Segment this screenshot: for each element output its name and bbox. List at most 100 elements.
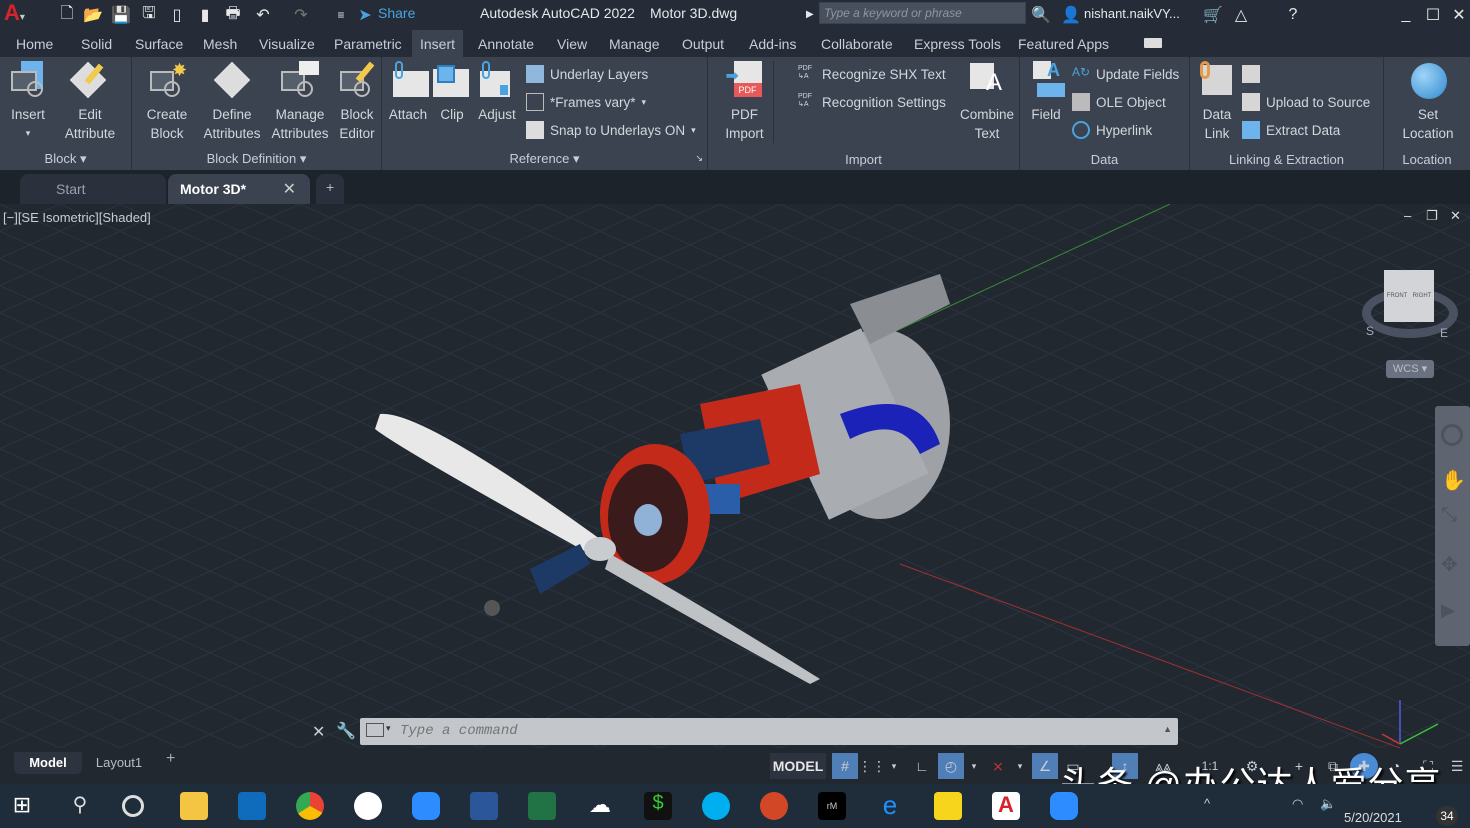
zoom-2-icon[interactable] — [1050, 792, 1078, 820]
showmotion-icon[interactable]: ▶ — [1441, 600, 1455, 621]
windows-start-icon[interactable]: ⊞ — [8, 792, 36, 820]
cart-icon[interactable]: 🛒 — [1202, 4, 1224, 26]
zoom-extents-icon[interactable]: ⤡ — [1441, 504, 1457, 527]
close-icon[interactable]: ✕ — [1448, 4, 1470, 26]
tab-output[interactable]: Output — [682, 36, 724, 52]
customize-qat-icon[interactable]: ≡ — [330, 4, 352, 26]
green-app-icon[interactable]: $ — [644, 792, 672, 820]
layout-tab-model[interactable]: Model — [14, 752, 82, 774]
internet-explorer-icon[interactable]: e — [876, 792, 904, 820]
doc-tab-motor-3d[interactable]: Motor 3D* ✕ — [168, 174, 310, 204]
grid-toggle-icon[interactable]: # — [832, 753, 858, 779]
viewport-minimize-icon[interactable]: – — [1404, 208, 1411, 223]
viewcube[interactable]: FRONT RIGHT S E WCS ▾ — [1360, 264, 1460, 378]
skype-icon[interactable] — [702, 792, 730, 820]
layout-tab-layout1[interactable]: Layout1 — [84, 752, 154, 774]
maximize-icon[interactable]: ☐ — [1422, 4, 1444, 26]
show-hidden-icons[interactable]: ^ — [1204, 796, 1210, 811]
user-icon[interactable]: 👤 — [1060, 4, 1082, 26]
viewport-restore-icon[interactable]: ❐ — [1426, 208, 1438, 224]
autocad-taskbar-icon[interactable]: A — [992, 792, 1020, 820]
save-to-mobile-icon[interactable]: ▮ — [194, 4, 216, 26]
tab-annotate[interactable]: Annotate — [478, 36, 534, 52]
isodraft-dropdown-icon[interactable]: ▾ — [1012, 753, 1028, 779]
minimize-icon[interactable]: _ — [1395, 4, 1417, 26]
close-tab-icon[interactable]: ✕ — [283, 179, 296, 199]
share-icon[interactable]: ➤ — [354, 4, 376, 26]
search-icon[interactable]: ⚲ — [66, 792, 94, 820]
new-icon[interactable]: 🗋 — [56, 4, 78, 26]
hyperlink-button[interactable]: Hyperlink — [1072, 121, 1152, 139]
chrome-icon[interactable] — [296, 792, 324, 820]
powerpoint-icon[interactable] — [760, 792, 788, 820]
recognition-settings-button[interactable]: PDF ↳A Recognition Settings — [798, 93, 946, 111]
polar-tracking-icon[interactable]: ◴ — [938, 753, 964, 779]
tab-parametric[interactable]: Parametric — [334, 36, 402, 52]
compass-east[interactable]: E — [1440, 326, 1448, 340]
ribbon-minimize-icon[interactable] — [1144, 38, 1162, 48]
doc-tab-start[interactable]: Start — [20, 174, 166, 204]
drawing-viewport[interactable]: [−][SE Isometric][Shaded] – ❐ ✕ FRONT RIG… — [0, 204, 1470, 748]
create-block-button[interactable]: ✸ Create Block — [140, 61, 194, 143]
pan-icon[interactable]: ✋ — [1441, 468, 1466, 493]
insert-button[interactable]: Insert ▾ — [4, 61, 52, 143]
panel-label-block[interactable]: Block ▾ — [0, 151, 131, 167]
customization-menu-icon[interactable]: ☰ — [1446, 753, 1468, 779]
tab-collaborate[interactable]: Collaborate — [821, 36, 893, 52]
cortana-icon[interactable] — [122, 795, 144, 817]
dialog-launcher-icon[interactable]: ↘ — [695, 153, 703, 164]
excel-icon[interactable] — [528, 792, 556, 820]
block-editor-button[interactable]: Block Editor — [334, 61, 380, 143]
word-icon[interactable] — [470, 792, 498, 820]
edit-attribute-button[interactable]: Edit Attribute — [58, 61, 122, 143]
wcs-dropdown[interactable]: WCS ▾ — [1386, 360, 1434, 378]
tab-visualize[interactable]: Visualize — [259, 36, 315, 52]
extract-data-button[interactable]: Extract Data — [1242, 121, 1340, 139]
tab-solid[interactable]: Solid — [81, 36, 112, 52]
autocad-logo-icon[interactable]: A▾ — [4, 0, 25, 26]
combine-text-button[interactable]: A Combine Text — [956, 61, 1018, 143]
update-fields-button[interactable]: A↻ Update Fields — [1072, 65, 1179, 83]
command-line[interactable]: ▾ ▲ — [360, 718, 1178, 745]
snap-dropdown-icon[interactable]: ▾ — [886, 753, 902, 779]
upload-to-source-button[interactable]: Upload to Source — [1242, 93, 1370, 111]
new-tab-button[interactable]: + — [316, 174, 344, 204]
search-icon[interactable]: 🔍 — [1030, 4, 1052, 26]
plot-icon[interactable]: 🖶 — [222, 4, 244, 26]
model-space-button[interactable]: MODEL — [770, 753, 826, 779]
snap-mode-icon[interactable]: ⋮⋮ — [858, 753, 886, 779]
set-location-button[interactable]: Set Location — [1390, 61, 1466, 143]
recognize-shx-button[interactable]: PDF ↳A Recognize SHX Text — [798, 65, 946, 83]
user-name[interactable]: nishant.naikVY... — [1084, 6, 1180, 21]
data-link-button[interactable]: Data Link — [1192, 61, 1242, 143]
chevron-down-icon[interactable]: ▾ — [386, 723, 391, 734]
field-button[interactable]: A Field — [1024, 61, 1068, 124]
customize-command-icon[interactable]: 🔧 — [336, 721, 356, 741]
open-icon[interactable]: 📂 — [82, 4, 104, 26]
system-date[interactable]: 5/20/2021 — [1344, 810, 1402, 825]
outlook-icon[interactable] — [238, 792, 266, 820]
manage-attributes-button[interactable]: Manage Attributes — [268, 61, 332, 143]
autodesk-app-icon[interactable]: △ — [1230, 4, 1252, 26]
define-attributes-button[interactable]: Define Attributes — [200, 61, 264, 143]
zoom-icon[interactable] — [412, 792, 440, 820]
frames-dropdown[interactable]: *Frames vary* ▾ — [526, 93, 646, 111]
pdf-import-button[interactable]: PDF ➡ PDF Import — [716, 61, 774, 143]
open-from-web-icon[interactable]: ▯ — [166, 4, 188, 26]
tab-featured-apps[interactable]: Featured Apps — [1018, 36, 1109, 52]
tab-mesh[interactable]: Mesh — [203, 36, 237, 52]
viewport-close-icon[interactable]: ✕ — [1450, 208, 1461, 224]
viewcube-face[interactable]: FRONT RIGHT — [1384, 270, 1434, 322]
file-explorer-icon[interactable] — [180, 792, 208, 820]
attach-button[interactable]: Attach — [384, 61, 432, 124]
panel-label-reference[interactable]: Reference ▾ — [382, 151, 707, 167]
orbit-icon[interactable]: ✥ — [1441, 552, 1458, 577]
adjust-button[interactable]: Adjust — [474, 61, 520, 124]
tab-insert[interactable]: Insert — [412, 30, 464, 57]
add-layout-button[interactable]: + — [166, 750, 175, 768]
command-expand-icon[interactable]: ▲ — [1163, 724, 1172, 734]
ole-object-button[interactable]: OLE Object — [1072, 93, 1166, 111]
tab-home[interactable]: Home — [16, 36, 53, 52]
steering-wheel-icon[interactable] — [1441, 424, 1463, 446]
isodraft-icon[interactable]: ⨯ — [986, 753, 1010, 779]
